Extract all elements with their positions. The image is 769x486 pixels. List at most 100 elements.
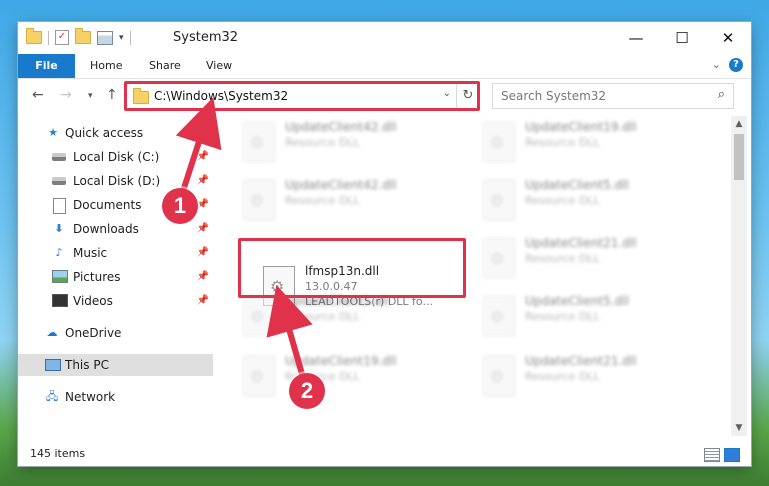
folder-icon[interactable]: [26, 28, 42, 44]
title-bar: ✓ ▾ System32 — ☐ ✕: [18, 22, 751, 54]
sidebar-item-onedrive[interactable]: ☁ OneDrive: [18, 322, 213, 344]
expand-ribbon-chevron-icon[interactable]: ⌄: [712, 58, 721, 71]
tab-home[interactable]: Home: [90, 54, 122, 78]
close-button[interactable]: ✕: [705, 22, 751, 54]
sidebar-item-network[interactable]: 🖧 Network: [18, 386, 213, 408]
pin-icon[interactable]: 📌: [197, 290, 209, 312]
tab-file[interactable]: File: [18, 54, 75, 78]
gear-icon: ⚙: [490, 307, 505, 326]
dll-file-icon: ⚙: [243, 356, 275, 396]
file-tile[interactable]: ⚙ UpdateClient5.dll Resource DLL: [239, 292, 469, 340]
file-tile[interactable]: ⚙ UpdateClient5.dll Resource DLL: [479, 292, 709, 340]
properties-icon[interactable]: [97, 30, 113, 45]
navigation-pane: ★ Quick access Local Disk (C:) 📌 Local D…: [18, 116, 213, 436]
file-tile[interactable]: ⚙ UpdateClient19.dll Resource DLL: [239, 352, 469, 400]
gear-icon: ⚙: [250, 191, 265, 210]
sidebar-item-label: Quick access: [65, 126, 144, 140]
maximize-button[interactable]: ☐: [659, 22, 705, 54]
back-arrow-icon[interactable]: ←: [32, 87, 44, 103]
sidebar-item-this-pc[interactable]: This PC: [18, 354, 213, 376]
file-name: UpdateClient5.dll: [525, 294, 629, 308]
hard-drive-icon: [52, 153, 66, 161]
sidebar-item-label: This PC: [65, 358, 109, 372]
file-name: UpdateClient19.dll: [525, 120, 637, 134]
file-tile[interactable]: ⚙ UpdateClient21.dll Resource DLL: [479, 352, 709, 400]
file-type: Resource DLL: [525, 194, 600, 207]
file-name: UpdateClient42.dll: [285, 120, 397, 134]
file-name: UpdateClient21.dll: [525, 236, 637, 250]
tab-view[interactable]: View: [206, 54, 232, 78]
search-input[interactable]: Search System32: [501, 89, 606, 103]
dll-file-icon: ⚙: [483, 356, 515, 396]
file-name: UpdateClient19.dll: [285, 354, 397, 368]
tab-share[interactable]: Share: [149, 54, 181, 78]
recent-locations-chevron-icon[interactable]: ▾: [88, 91, 93, 101]
callout-step-1: 1: [162, 188, 198, 224]
search-box[interactable]: Search System32 ⌕: [492, 83, 734, 109]
properties-check-icon[interactable]: ✓: [55, 30, 69, 45]
window-title: System32: [173, 30, 239, 45]
sidebar-item-quick-access[interactable]: ★ Quick access: [18, 122, 213, 144]
pin-icon[interactable]: 📌: [197, 146, 209, 168]
help-icon[interactable]: ?: [729, 58, 743, 72]
new-folder-icon[interactable]: [75, 28, 91, 44]
customize-toolbar-chevron-icon[interactable]: ▾: [119, 33, 124, 43]
file-type: Resource DLL: [525, 370, 600, 383]
search-icon[interactable]: ⌕: [718, 87, 725, 102]
sidebar-item-label: Local Disk (D:): [73, 174, 161, 188]
file-type: Resource DLL: [525, 310, 600, 323]
file-tile[interactable]: ⚙ UpdateClient42.dll Resource DLL: [239, 118, 469, 166]
forward-arrow-icon[interactable]: →: [60, 87, 72, 103]
pin-icon[interactable]: 📌: [197, 170, 209, 192]
sidebar-item-pictures[interactable]: Pictures 📌: [18, 266, 213, 288]
up-arrow-icon[interactable]: ↑: [106, 87, 118, 103]
document-icon: [53, 198, 66, 214]
file-type: Resource DLL: [285, 194, 360, 207]
pin-icon[interactable]: 📌: [197, 194, 209, 216]
computer-icon: [45, 359, 61, 371]
gear-icon: ⚙: [250, 133, 265, 152]
file-highlight: [238, 238, 466, 298]
dll-file-icon: ⚙: [483, 180, 515, 220]
dll-file-icon: ⚙: [483, 122, 515, 162]
scroll-down-arrow-icon[interactable]: ▼: [731, 420, 747, 436]
large-icons-view-icon[interactable]: [724, 448, 740, 462]
film-strip-icon: [52, 294, 68, 307]
file-name: UpdateClient42.dll: [285, 178, 397, 192]
sidebar-item-label: Documents: [73, 198, 142, 212]
pin-icon[interactable]: 📌: [197, 266, 209, 288]
dll-file-icon: ⚙: [483, 296, 515, 336]
file-tile[interactable]: ⚙ UpdateClient5.dll Resource DLL: [479, 176, 709, 224]
file-name: UpdateClient5.dll: [525, 178, 629, 192]
pin-icon[interactable]: 📌: [197, 242, 209, 264]
quick-access-toolbar: ✓ ▾: [26, 28, 131, 45]
sidebar-item-videos[interactable]: Videos 📌: [18, 290, 213, 312]
dll-file-icon: ⚙: [243, 122, 275, 162]
vertical-scrollbar[interactable]: ▲ ▼: [731, 116, 747, 436]
ribbon-tabs: File Home Share View ⌄ ?: [18, 54, 751, 79]
toolbar-divider: [48, 30, 49, 45]
sidebar-item-label: Network: [65, 390, 116, 404]
cloud-icon: ☁: [46, 326, 58, 339]
music-note-icon: ♪: [55, 246, 63, 259]
scroll-up-arrow-icon[interactable]: ▲: [731, 116, 747, 132]
scroll-thumb[interactable]: [734, 134, 744, 180]
sidebar-item-label: Local Disk (C:): [73, 150, 160, 164]
file-tile[interactable]: ⚙ UpdateClient19.dll Resource DLL: [479, 118, 709, 166]
dll-file-icon: ⚙: [483, 238, 515, 278]
sidebar-item-local-disk-c[interactable]: Local Disk (C:) 📌: [18, 146, 213, 168]
star-icon: ★: [48, 126, 58, 139]
file-tile[interactable]: ⚙ UpdateClient42.dll Resource DLL: [239, 176, 469, 224]
file-tile[interactable]: ⚙ UpdateClient21.dll Resource DLL: [479, 234, 709, 282]
network-icon: 🖧: [45, 390, 59, 403]
download-arrow-icon: ⬇: [54, 222, 64, 235]
minimize-button[interactable]: —: [613, 22, 659, 54]
sidebar-item-music[interactable]: ♪ Music 📌: [18, 242, 213, 264]
details-view-icon[interactable]: [704, 448, 720, 462]
gear-icon: ⚙: [490, 249, 505, 268]
item-count: 145 items: [30, 447, 86, 460]
pictures-icon: [52, 270, 68, 283]
pin-icon[interactable]: 📌: [197, 218, 209, 240]
sidebar-item-label: Videos: [73, 294, 113, 308]
sidebar-item-label: Music: [73, 246, 108, 260]
